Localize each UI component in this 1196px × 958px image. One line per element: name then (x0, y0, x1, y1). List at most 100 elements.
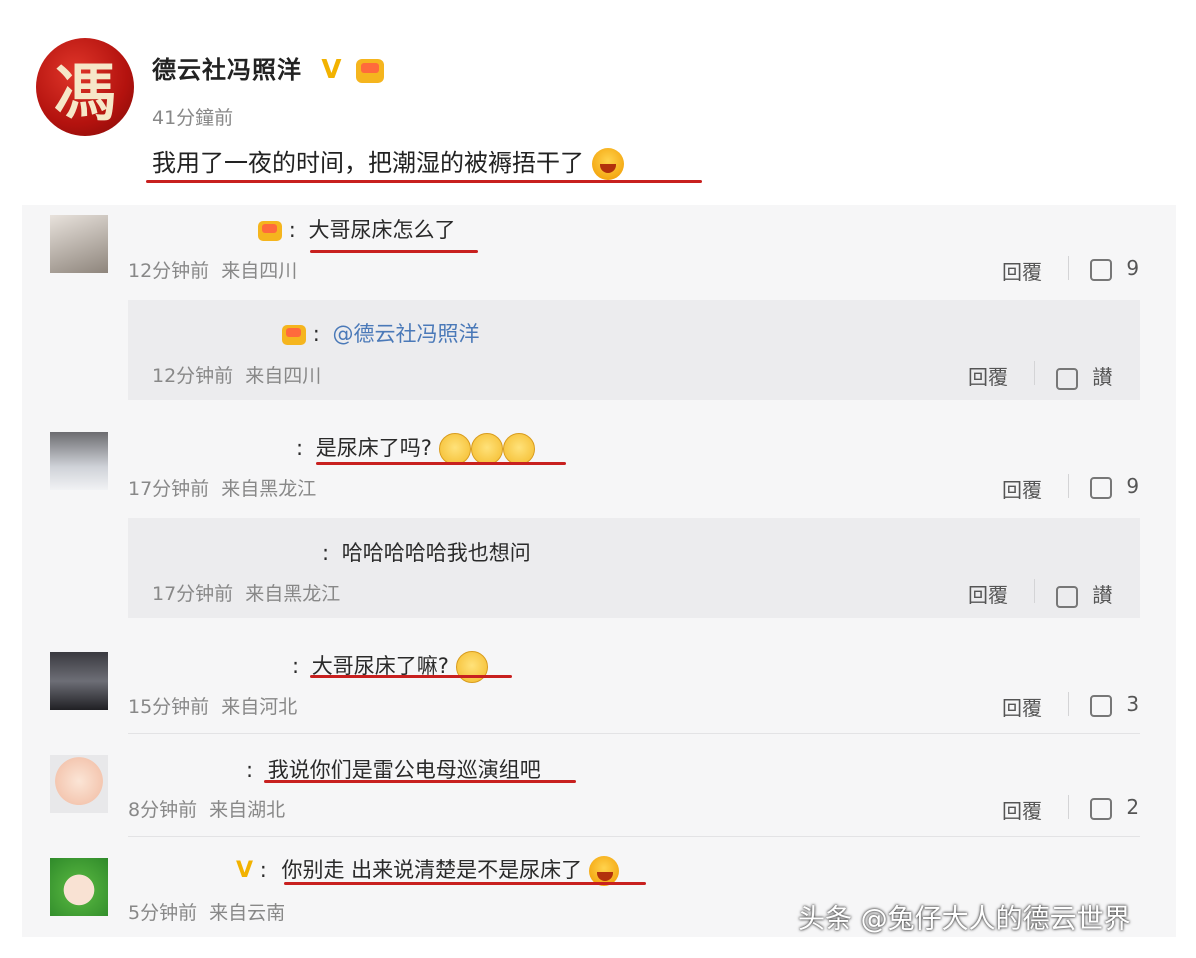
like-button[interactable]: 讃 (1056, 579, 1112, 608)
comment-location: 来自四川 (221, 260, 298, 282)
like-label: 讃 (1092, 583, 1113, 607)
poster-avatar[interactable]: 馮 (36, 38, 134, 136)
poster-name[interactable]: 德云社冯照洋 V (152, 50, 384, 85)
reply-location: 来自黑龙江 (245, 583, 341, 605)
cat-emoji-icon (470, 433, 503, 465)
cat-emoji-icon (455, 651, 488, 683)
vip-crown-icon (282, 325, 306, 345)
reply-location: 来自四川 (245, 365, 322, 387)
comment-time: 8分钟前 (128, 799, 198, 821)
reply-text: : 哈哈哈哈哈我也想问 (322, 537, 531, 567)
action-divider (1068, 795, 1069, 819)
comment-prefix: : (296, 436, 304, 460)
comment-avatar[interactable] (50, 858, 108, 916)
comment-time: 15分钟前 (128, 696, 210, 718)
reply-prefix: : (322, 541, 330, 565)
like-button[interactable]: 讃 (1056, 361, 1112, 390)
like-count: 3 (1126, 692, 1140, 716)
comment-content: 我说你们是雷公电母巡演组吧 (267, 758, 541, 782)
comment-time: 17分钟前 (128, 478, 210, 500)
comment-location: 来自河北 (221, 696, 298, 718)
comment-location: 来自云南 (209, 902, 286, 924)
comment-meta: 12分钟前 来自四川 (128, 256, 297, 283)
comment-time: 12分钟前 (128, 260, 210, 282)
comment-underline (316, 462, 566, 465)
comment-location: 来自黑龙江 (221, 478, 317, 500)
reply-meta: 12分钟前 来自四川 (152, 361, 321, 388)
reply-content: 哈哈哈哈哈我也想问 (341, 541, 531, 565)
comment-divider (128, 836, 1140, 837)
action-divider (1068, 256, 1069, 280)
comment-content: 大哥尿床怎么了 (308, 218, 456, 242)
comment-avatar[interactable] (50, 755, 108, 813)
cat-emoji-icon (438, 433, 471, 465)
comment-content: 是尿床了吗? (315, 436, 432, 460)
comment-underline (264, 780, 576, 783)
comment-prefix: : (288, 218, 296, 242)
reply-prefix: : (312, 322, 320, 346)
reply-meta: 17分钟前 来自黑龙江 (152, 579, 340, 606)
verified-badge-icon: V (236, 858, 254, 883)
comment-underline (310, 675, 512, 678)
avatar-glyph: 馮 (53, 56, 116, 129)
comment-content: 你别走 出来说清楚是不是尿床了 (281, 858, 583, 882)
comment-avatar[interactable] (50, 215, 108, 273)
comment-text: : 大哥尿床怎么了 (258, 214, 455, 244)
action-divider (1034, 361, 1035, 385)
cat-emoji-icon (502, 433, 535, 465)
reply-button[interactable]: 回覆 (1002, 692, 1042, 721)
vip-crown-icon (258, 221, 282, 241)
reply-button[interactable]: 回覆 (1002, 256, 1042, 285)
comment-meta: 15分钟前 来自河北 (128, 692, 297, 719)
comment-avatar[interactable] (50, 432, 108, 490)
verified-badge-icon: V (321, 55, 343, 85)
post-text-content: 我用了一夜的时间，把潮湿的被褥捂干了 (152, 149, 584, 177)
post-time: 41分鐘前 (152, 107, 234, 129)
laughing-emoji-icon (591, 148, 624, 180)
mention-link[interactable]: @德云社冯照洋 (332, 322, 479, 346)
thumbs-up-icon (1090, 476, 1112, 499)
like-button[interactable]: 9 (1090, 474, 1139, 499)
thumbs-up-icon (1090, 258, 1112, 281)
comment-underline (310, 250, 478, 253)
reply-time: 12分钟前 (152, 365, 234, 387)
comment-location: 来自湖北 (209, 799, 286, 821)
comment-divider (128, 733, 1140, 734)
like-button[interactable]: 3 (1090, 692, 1139, 717)
comment-meta: 5分钟前 来自云南 (128, 898, 285, 925)
comment-meta: 17分钟前 来自黑龙江 (128, 474, 316, 501)
thumbs-up-icon (1090, 797, 1112, 820)
reply-button[interactable]: 回覆 (1002, 795, 1042, 824)
comment-prefix: : (259, 858, 267, 882)
comment-prefix: : (246, 758, 254, 782)
poster-name-text: 德云社冯照洋 (152, 56, 302, 84)
comment-text: : 大哥尿床了嘛? (292, 650, 488, 683)
action-divider (1068, 692, 1069, 716)
comment-time: 5分钟前 (128, 902, 198, 924)
reply-button[interactable]: 回覆 (968, 579, 1008, 608)
thumbs-up-icon (1090, 694, 1112, 717)
like-label: 讃 (1092, 365, 1113, 389)
watermark: 头条 @兔仔大人的德云世界 (798, 904, 1131, 935)
action-divider (1034, 579, 1035, 603)
comment-avatar[interactable] (50, 652, 108, 710)
reply-button[interactable]: 回覆 (1002, 474, 1042, 503)
like-count: 9 (1126, 256, 1140, 280)
reply-time: 17分钟前 (152, 583, 234, 605)
post-text-underline (146, 180, 702, 183)
comment-text: : 是尿床了吗? (296, 432, 535, 465)
comment-meta: 8分钟前 来自湖北 (128, 795, 285, 822)
comment-underline (284, 882, 646, 885)
like-count: 2 (1126, 795, 1140, 819)
post-text: 我用了一夜的时间，把潮湿的被褥捂干了 (152, 143, 624, 180)
vip-crown-icon (355, 59, 384, 83)
like-button[interactable]: 2 (1090, 795, 1139, 820)
like-button[interactable]: 9 (1090, 256, 1139, 281)
thumbs-up-icon (1056, 367, 1078, 390)
thumbs-up-icon (1056, 585, 1078, 608)
like-count: 9 (1126, 474, 1140, 498)
reply-button[interactable]: 回覆 (968, 361, 1008, 390)
comment-prefix: : (292, 654, 300, 678)
reply-text: : @德云社冯照洋 (282, 318, 479, 348)
action-divider (1068, 474, 1069, 498)
